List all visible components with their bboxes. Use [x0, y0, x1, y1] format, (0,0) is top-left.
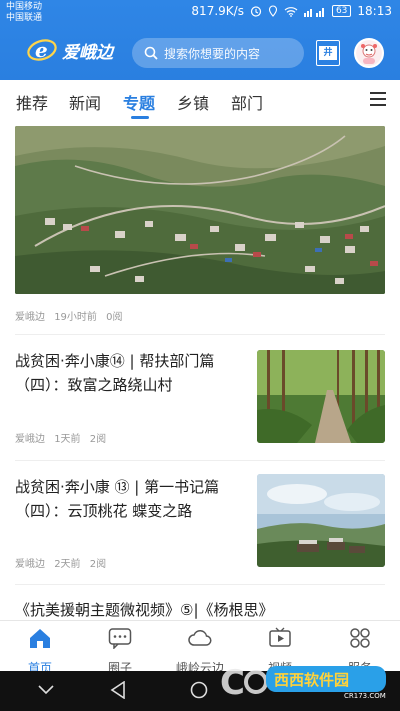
app-bar: e 爱峨边 搜索你想要的内容 井 — [0, 30, 400, 78]
collapse-chevron-icon[interactable] — [38, 685, 54, 695]
svg-text:C: C — [220, 663, 245, 700]
network-speed: 817.9K/s — [191, 4, 244, 18]
app-header: 中国移动 中国联通 817.9K/s 63 18:13 e 爱峨边 搜索你想要的… — [0, 0, 400, 80]
back-icon[interactable] — [110, 681, 126, 699]
article-title[interactable]: 战贫困·奔小康 ⑬ | 第一书记篇（四）：云顶桃花 蝶变之路 — [15, 475, 245, 523]
tab-news[interactable]: 新闻 — [69, 90, 101, 114]
wifi-icon — [284, 6, 298, 17]
signal-icon — [303, 6, 326, 17]
app-logo[interactable]: e 爱峨边 — [26, 36, 113, 64]
carrier-1: 中国移动 — [6, 2, 43, 12]
logo-text: 爱峨边 — [62, 42, 113, 63]
article-time: 19小时前 — [54, 312, 97, 323]
search-icon — [144, 46, 158, 60]
chat-icon — [108, 628, 132, 650]
tab-topics[interactable]: 专题 — [123, 90, 155, 114]
status-bar: 中国移动 中国联通 817.9K/s 63 18:13 — [0, 0, 400, 24]
home-icon — [30, 629, 50, 648]
channel-manage-button[interactable]: 井 — [316, 40, 340, 66]
tab-departments[interactable]: 部门 — [231, 90, 263, 114]
tab-towns[interactable]: 乡镇 — [177, 90, 209, 114]
battery-level: 63 — [331, 5, 352, 17]
active-tab-indicator — [131, 116, 149, 119]
watermark-text: 西西软件园 — [274, 671, 349, 689]
article-time: 1天前 — [54, 434, 81, 445]
status-right: 817.9K/s 63 18:13 — [191, 4, 392, 18]
home-circle-icon[interactable] — [190, 681, 208, 699]
nav-home[interactable]: 首页 — [0, 627, 80, 676]
article-reads: 2阅 — [89, 559, 107, 570]
watermark-logo: C 西西软件园 CR173.COM — [220, 658, 390, 703]
feed-divider — [15, 334, 385, 335]
feed-divider — [15, 584, 385, 585]
channel-manage-icon: 井 — [319, 46, 337, 60]
clock: 18:13 — [357, 4, 392, 18]
article-time: 2天前 — [54, 559, 81, 570]
article-source: 爱峨边 — [15, 312, 45, 323]
location-icon — [268, 5, 278, 17]
article-feed: 爱峨边 19小时前 0阅 战贫困·奔小康⑭ | 帮扶部门篇（四）：致富之路绕山村… — [0, 124, 400, 624]
article-meta: 爱峨边 19小时前 0阅 — [15, 308, 128, 323]
article-source: 爱峨边 — [15, 434, 45, 445]
logo-mark-icon: e — [26, 36, 58, 64]
alarm-icon — [250, 5, 262, 17]
user-avatar[interactable] — [354, 38, 384, 68]
carrier-info: 中国移动 中国联通 — [6, 2, 42, 24]
tab-recommend[interactable]: 推荐 — [16, 90, 48, 114]
search-placeholder: 搜索你想要的内容 — [164, 46, 261, 61]
article-source: 爱峨边 — [15, 559, 45, 570]
article-thumbnail[interactable] — [257, 350, 385, 443]
search-bar[interactable]: 搜索你想要的内容 — [132, 38, 304, 68]
article-title[interactable]: 《抗美援朝主题微视频》⑤|《杨根思》 — [15, 598, 385, 622]
carrier-2: 中国联通 — [6, 13, 43, 23]
feed-divider — [15, 460, 385, 461]
article-title[interactable]: 战贫困·奔小康⑭ | 帮扶部门篇（四）：致富之路绕山村 — [15, 349, 245, 397]
more-tabs-menu-icon[interactable] — [370, 92, 386, 110]
svg-text:e: e — [35, 38, 48, 62]
cloud-icon — [188, 629, 212, 646]
article-meta: 爱峨边 2天前 2阅 — [15, 555, 112, 570]
article-meta: 爱峨边 1天前 2阅 — [15, 430, 112, 445]
video-icon — [269, 627, 291, 647]
services-icon — [350, 628, 370, 648]
article-reads: 0阅 — [106, 312, 123, 323]
watermark-url: CR173.COM — [344, 692, 386, 700]
article-thumbnail[interactable] — [257, 474, 385, 567]
category-tabs: 推荐 新闻 专题 乡镇 部门 — [0, 80, 400, 124]
article-hero-image[interactable] — [15, 126, 385, 294]
nav-circle[interactable]: 圈子 — [80, 627, 160, 676]
article-reads: 2阅 — [89, 434, 107, 445]
